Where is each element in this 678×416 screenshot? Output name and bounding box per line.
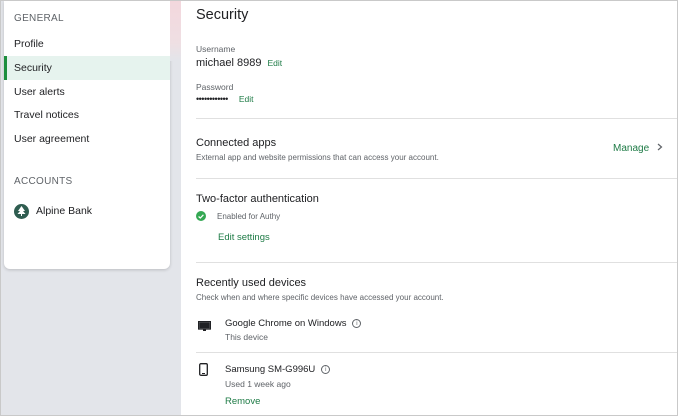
info-icon[interactable]: i [321, 365, 331, 374]
account-item-alpine-bank[interactable]: Alpine Bank [14, 202, 92, 220]
sidebar: GENERAL Profile Security User alerts Tra… [4, 1, 170, 269]
general-section-label: GENERAL [14, 13, 64, 24]
password-value: •••••••••••• [196, 94, 228, 104]
remove-device-button[interactable]: Remove [225, 396, 260, 407]
username-label: Username [196, 44, 236, 54]
edit-settings-link[interactable]: Edit settings [218, 232, 270, 243]
manage-connected-apps-button[interactable]: Manage [613, 143, 663, 154]
app-frame: GENERAL Profile Security User alerts Tra… [0, 0, 678, 416]
password-label: Password [196, 82, 234, 92]
device-name: Samsung SM-G996U [225, 364, 316, 375]
page-title: Security [196, 7, 249, 23]
username-value: michael 8989 [196, 57, 262, 69]
accounts-section-label: ACCOUNTS [14, 176, 73, 187]
manage-label: Manage [613, 143, 650, 154]
two-factor-status: Enabled for Authy [196, 211, 280, 221]
divider [196, 178, 677, 179]
device-subtext: This device [225, 332, 268, 342]
sidebar-item-security[interactable]: Security [4, 56, 170, 80]
sidebar-item-travel-notices[interactable]: Travel notices [4, 103, 170, 127]
chevron-right-icon [657, 143, 663, 154]
edit-username-link[interactable]: Edit [268, 58, 283, 68]
phone-icon [199, 363, 208, 381]
monitor-icon [197, 319, 212, 337]
two-factor-title: Two-factor authentication [196, 193, 319, 205]
device-name-row: Samsung SM-G996U i [225, 364, 331, 375]
security-panel: Security Username michael 8989 Edit Pass… [181, 1, 677, 415]
device-name-row: Google Chrome on Windows i [225, 318, 362, 329]
info-icon[interactable]: i [352, 319, 362, 328]
edit-password-link[interactable]: Edit [239, 94, 254, 104]
check-circle-icon [196, 211, 206, 221]
devices-title: Recently used devices [196, 277, 307, 289]
account-label: Alpine Bank [36, 205, 93, 217]
connected-apps-title: Connected apps [196, 137, 277, 149]
username-row: michael 8989 Edit [196, 57, 282, 69]
sidebar-item-profile[interactable]: Profile [4, 32, 170, 56]
sidebar-item-user-agreement[interactable]: User agreement [4, 127, 170, 151]
connected-apps-description: External app and website permissions tha… [196, 153, 439, 162]
two-factor-status-text: Enabled for Authy [217, 211, 281, 221]
divider [196, 118, 677, 119]
sidebar-item-user-alerts[interactable]: User alerts [4, 80, 170, 104]
tree-icon [14, 203, 29, 219]
devices-description: Check when and where specific devices ha… [196, 293, 444, 302]
device-subtext: Used 1 week ago [225, 379, 291, 389]
divider [196, 262, 677, 263]
device-name: Google Chrome on Windows [225, 318, 347, 329]
password-row: •••••••••••• Edit [196, 94, 253, 104]
divider [196, 352, 677, 353]
decorative-strip [170, 1, 181, 61]
